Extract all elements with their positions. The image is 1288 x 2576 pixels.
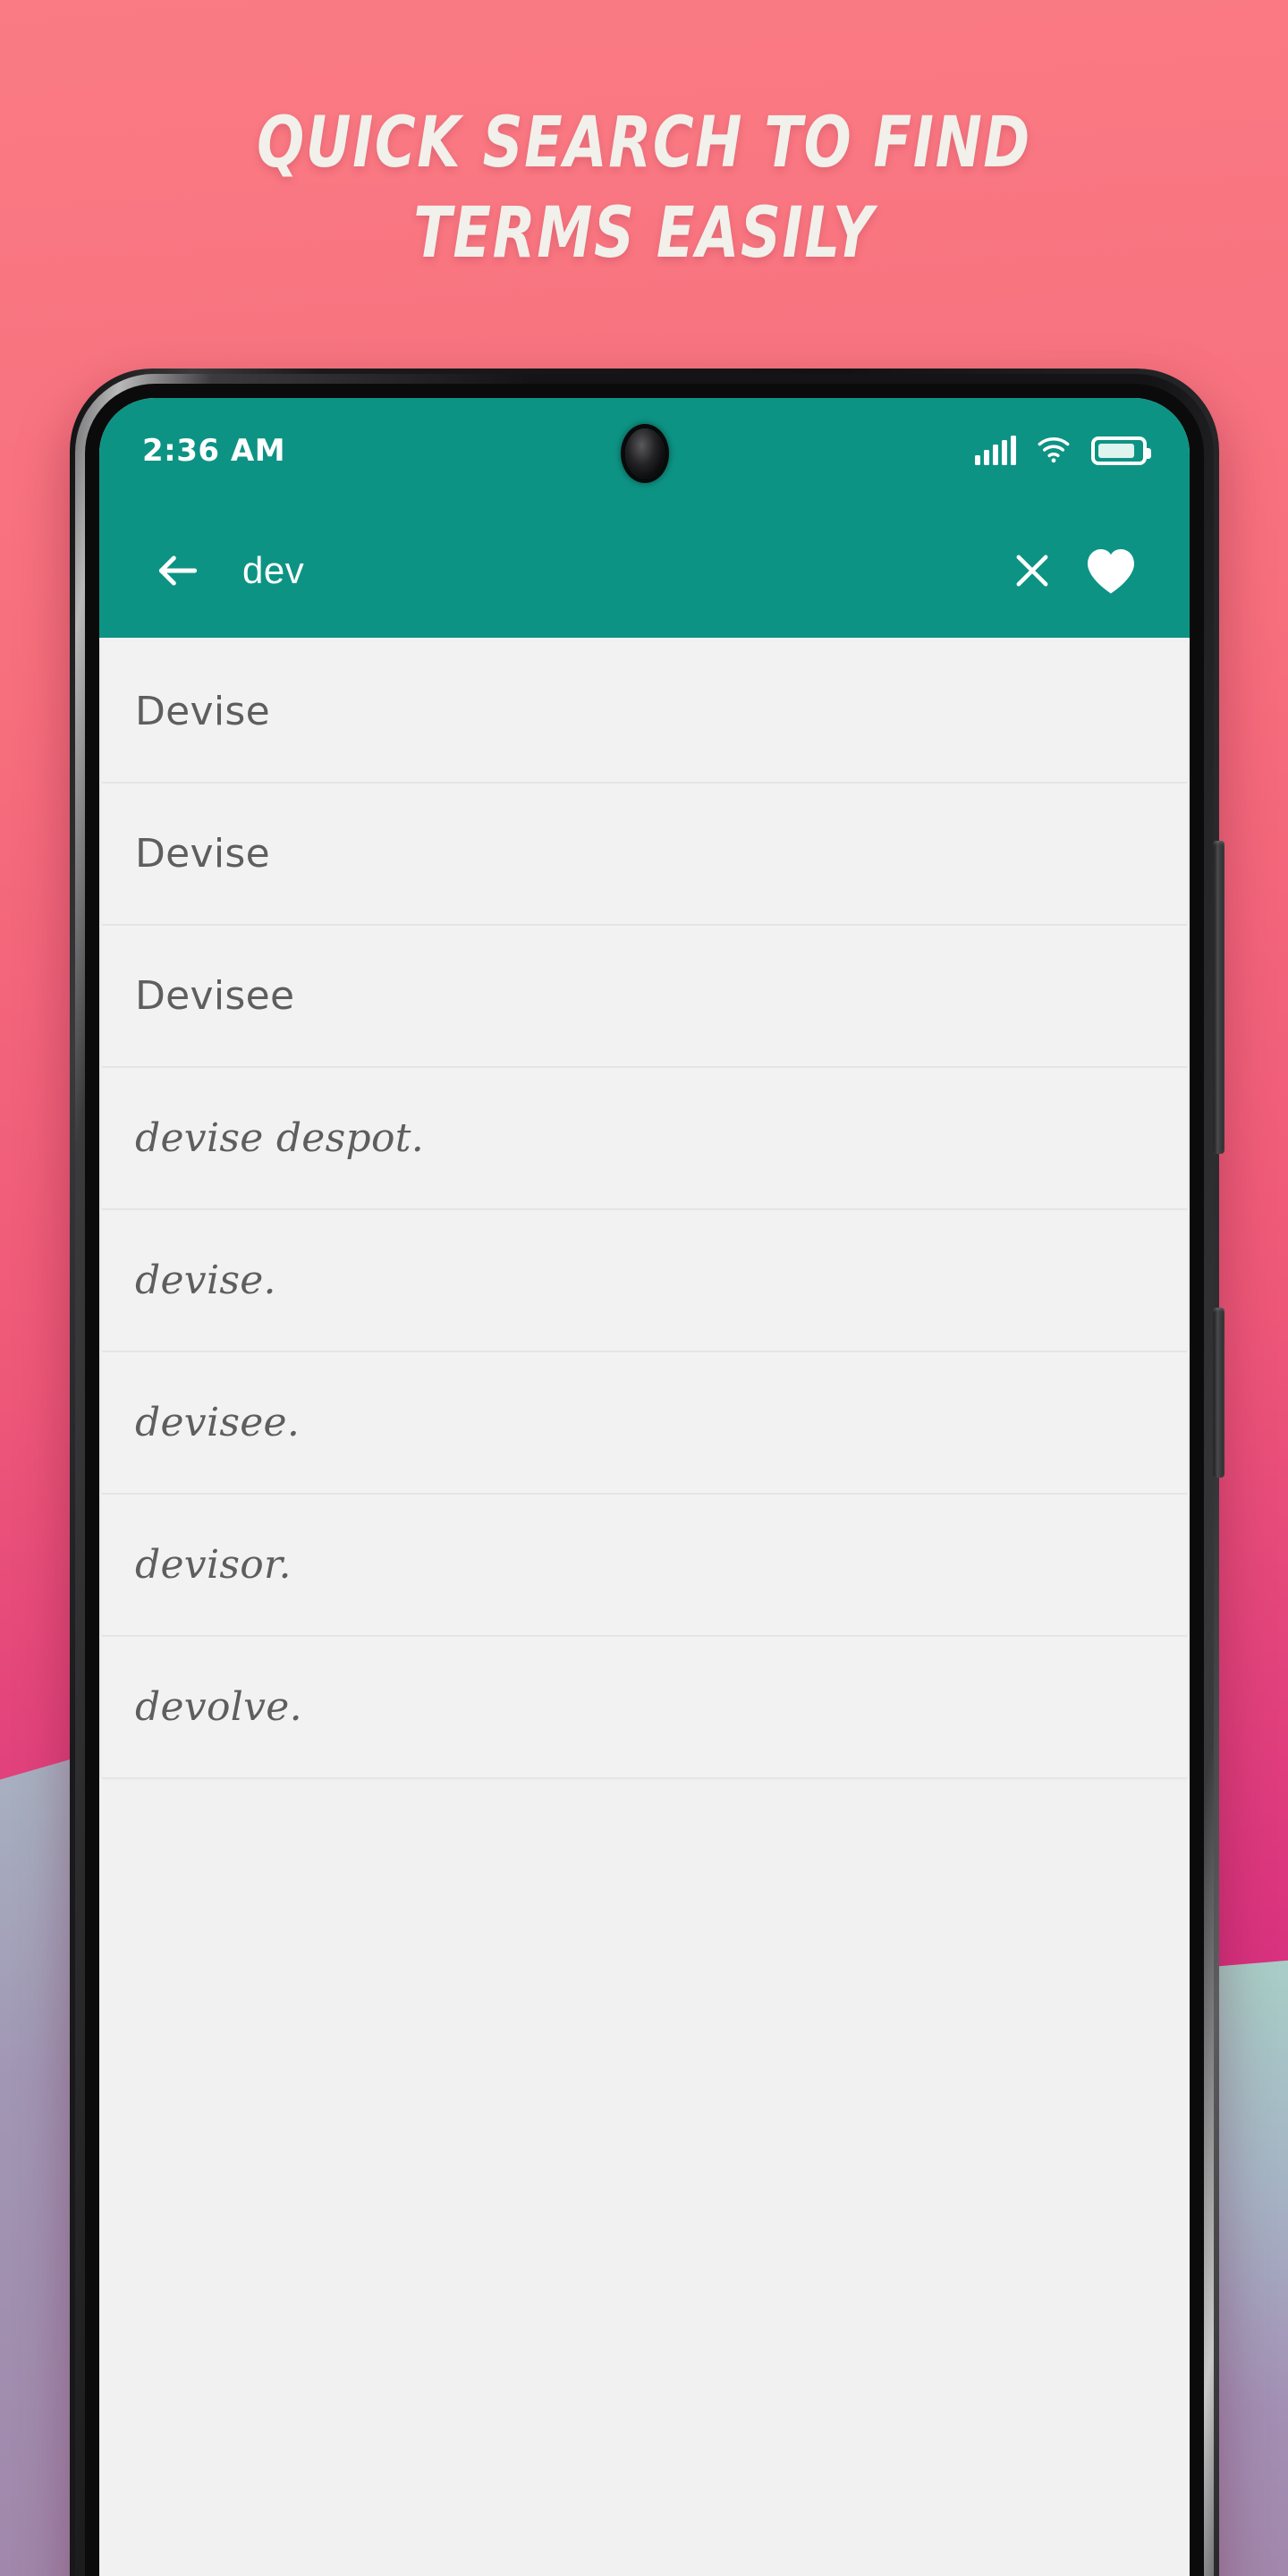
app-bar: dev — [99, 504, 1190, 638]
search-results-list[interactable]: Devise Devise Devisee devise despot. devise.… — [99, 638, 1190, 2576]
list-item[interactable]: devisor. — [101, 1495, 1188, 1635]
list-item-label: devolve. — [135, 1684, 302, 1730]
volume-button[interactable] — [1213, 841, 1224, 1154]
list-item-label: devisee. — [135, 1400, 301, 1445]
list-item[interactable]: devolve. — [101, 1637, 1188, 1777]
list-item[interactable]: devisee. — [101, 1352, 1188, 1493]
list-item-label: Devise — [135, 689, 271, 734]
phone-screen: 2:36 AM dev Devise Devise Devisee devise… — [99, 398, 1190, 2576]
list-item-label: devise despot. — [135, 1115, 425, 1161]
clear-search-button[interactable] — [993, 531, 1072, 610]
wifi-icon — [1036, 435, 1072, 468]
favorite-button[interactable] — [1072, 531, 1150, 610]
status-bar-icons — [975, 435, 1151, 468]
phone-device-mockup: 2:36 AM dev Devise Devise Devisee devise… — [70, 369, 1224, 2576]
list-item[interactable]: Devise — [101, 641, 1188, 782]
list-item-label: devise. — [135, 1258, 276, 1303]
list-item-label: Devisee — [135, 973, 295, 1019]
status-bar: 2:36 AM — [99, 398, 1190, 504]
list-item-label: devisor. — [135, 1542, 292, 1588]
search-input[interactable]: dev — [242, 549, 993, 592]
list-item[interactable]: Devisee — [101, 926, 1188, 1066]
status-bar-clock: 2:36 AM — [142, 433, 286, 469]
promo-headline: QUICK SEARCH TO FIND TERMS EASILY — [257, 103, 1031, 275]
list-item[interactable]: Devise — [101, 784, 1188, 924]
battery-icon — [1091, 436, 1151, 465]
front-camera-punch-hole — [624, 428, 665, 479]
list-item-label: Devise — [135, 831, 271, 877]
list-item[interactable]: devise despot. — [101, 1068, 1188, 1208]
power-button[interactable] — [1213, 1308, 1224, 1478]
signal-bars-icon — [975, 436, 1016, 465]
list-item[interactable]: devise. — [101, 1210, 1188, 1351]
back-button[interactable] — [139, 531, 217, 610]
